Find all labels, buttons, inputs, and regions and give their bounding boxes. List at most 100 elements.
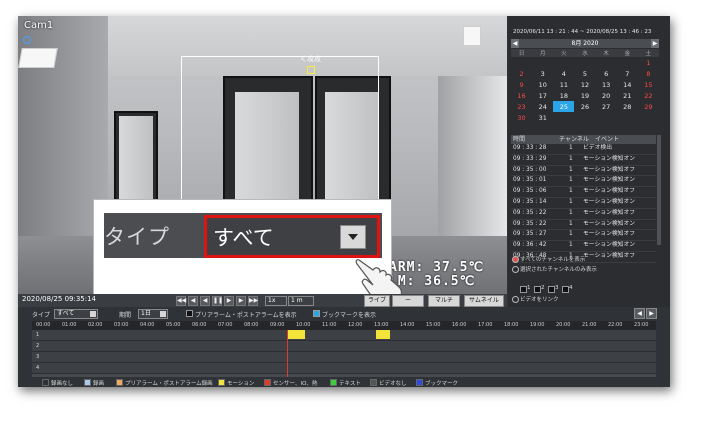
dropdown-arrow-icon[interactable]	[340, 225, 366, 249]
calendar-day[interactable]: 23	[511, 101, 532, 112]
period-filter-select[interactable]: 1日	[138, 309, 168, 319]
event-channel: 1	[569, 231, 573, 238]
event-row[interactable]: 09 : 35 : 27 1 モーション検知オフ	[511, 230, 656, 242]
legend-swatch	[330, 379, 337, 386]
channel-checkbox-label: 4	[569, 285, 573, 291]
calendar-day[interactable]: 5	[574, 68, 595, 79]
channel-checkbox[interactable]	[562, 286, 569, 293]
event-row[interactable]: 09 : 35 : 22 1 モーション検知オフ	[511, 209, 656, 220]
legend-item: テキスト	[330, 379, 361, 387]
event-row[interactable]: 09 : 33 : 28 1 ビデオ検出	[511, 144, 656, 155]
calendar-day[interactable]: 16	[511, 90, 532, 101]
chevron-down-icon[interactable]	[90, 311, 96, 317]
timeline-prev-button[interactable]: ◀	[634, 308, 645, 319]
period-filter-value: 1日	[141, 310, 151, 317]
channel-checkbox[interactable]	[548, 286, 555, 293]
calendar-day[interactable]: 9	[511, 79, 532, 90]
callout-type-select[interactable]: すべて	[204, 215, 380, 258]
calendar-day[interactable]: 15	[638, 79, 659, 90]
calendar-day[interactable]: 29	[638, 101, 659, 112]
prealarm-checkbox[interactable]	[186, 310, 193, 317]
rewind-button[interactable]: ◀◀	[176, 296, 186, 306]
event-type: モーション検知オフ	[583, 231, 636, 238]
multi-button[interactable]: マルチ	[428, 295, 460, 307]
radio-selected-channels[interactable]	[512, 266, 519, 273]
calendar-day[interactable]: 13	[596, 79, 617, 90]
calendar-day[interactable]: 19	[574, 90, 595, 101]
step-back-button[interactable]: ◀	[188, 296, 198, 306]
chevron-down-icon[interactable]	[160, 311, 166, 317]
playhead[interactable]	[287, 330, 288, 377]
calendar-day[interactable]: 26	[574, 101, 595, 112]
calendar-day[interactable]: 20	[596, 90, 617, 101]
event-type: モーション検知オン	[583, 177, 636, 184]
calendar-day[interactable]: 24	[532, 101, 553, 112]
calendar-day[interactable]: 28	[617, 101, 638, 112]
play-button[interactable]: ▶	[224, 296, 234, 306]
calendar-day[interactable]: 12	[574, 79, 595, 90]
timeline-next-button[interactable]: ▶	[646, 308, 657, 319]
calendar-day[interactable]: 27	[596, 101, 617, 112]
event-channel: 1	[569, 145, 573, 151]
calendar-day[interactable]: 30	[511, 112, 532, 123]
timeline-row[interactable]: 4	[32, 363, 656, 374]
speed-select[interactable]: 1x	[265, 296, 287, 306]
prev-month-button[interactable]: ◀	[511, 39, 519, 48]
hour-tick: 00:00	[36, 322, 51, 328]
calendar-day[interactable]: 14	[617, 79, 638, 90]
calendar-day[interactable]: 17	[532, 90, 553, 101]
calendar-day[interactable]: 6	[596, 68, 617, 79]
calendar-day[interactable]: 22	[638, 90, 659, 101]
play-reverse-button[interactable]: ◀	[200, 296, 210, 306]
event-row[interactable]: 09 : 33 : 29 1 モーション検知オン	[511, 155, 656, 166]
calendar-day-selected[interactable]: 25	[553, 101, 575, 112]
timeline[interactable]: 1 2 3 4	[32, 330, 656, 377]
calendar-day[interactable]: 31	[532, 112, 553, 123]
calendar-day[interactable]: 18	[553, 90, 574, 101]
timeline-row[interactable]: 1	[32, 330, 656, 341]
step-forward-button[interactable]: ▶	[236, 296, 246, 306]
timeline-row[interactable]: 3	[32, 352, 656, 363]
calendar-day[interactable]	[617, 57, 638, 68]
fast-forward-button[interactable]: ▶▶	[248, 296, 258, 306]
calendar-day[interactable]: 21	[617, 90, 638, 101]
calendar-day[interactable]: 10	[532, 79, 553, 90]
calendar-day[interactable]: 1	[638, 57, 659, 68]
legend-item: ブックマーク	[416, 379, 458, 387]
calendar-day[interactable]: 2	[511, 68, 532, 79]
event-list-scrollbar[interactable]	[657, 135, 661, 245]
radio-link-video[interactable]	[512, 296, 519, 303]
event-row[interactable]: 09 : 35 : 22 1 モーション検知オン	[511, 220, 656, 231]
type-filter-select[interactable]: すべて	[54, 309, 98, 319]
step-select[interactable]: 1 m	[288, 296, 314, 306]
calendar-day[interactable]	[596, 57, 617, 68]
calendar-day[interactable]: 4	[553, 68, 574, 79]
tile-button[interactable]: ー	[392, 295, 424, 307]
event-row[interactable]: 09 : 35 : 14 1 モーション検知オン	[511, 198, 656, 209]
channel-checkbox[interactable]	[520, 286, 527, 293]
event-row[interactable]: 09 : 35 : 01 1 モーション検知オン	[511, 176, 656, 188]
calendar-day[interactable]	[532, 57, 553, 68]
calendar-day[interactable]	[511, 57, 532, 68]
next-month-button[interactable]: ▶	[651, 39, 659, 48]
motion-segment[interactable]	[287, 330, 305, 339]
calendar-day[interactable]	[553, 57, 574, 68]
radio-all-channels[interactable]	[512, 256, 519, 263]
calendar-day[interactable]	[574, 57, 595, 68]
bookmark-checkbox[interactable]	[313, 310, 320, 317]
calendar-day[interactable]: 11	[553, 79, 574, 90]
event-row[interactable]: 09 : 35 : 06 1 モーション検知オフ	[511, 187, 656, 198]
radio-selected-channels-label: 選択されたチャンネルのみ表示	[520, 267, 597, 273]
channel-checkbox[interactable]	[534, 286, 541, 293]
timeline-row[interactable]: 2	[32, 341, 656, 352]
event-row[interactable]: 09 : 35 : 00 1 モーション検知オフ	[511, 166, 656, 177]
event-row[interactable]: 09 : 36 : 42 1 モーション検知オン	[511, 241, 656, 252]
pause-button[interactable]: ❚❚	[212, 296, 223, 306]
thumbnail-button[interactable]: サムネイル	[464, 295, 504, 307]
playback-datetime: 2020/08/25 09:35:14	[22, 295, 97, 303]
calendar-day[interactable]: 8	[638, 68, 659, 79]
live-button[interactable]: ライブ	[364, 295, 390, 307]
calendar-day[interactable]: 3	[532, 68, 553, 79]
calendar-day[interactable]: 7	[617, 68, 638, 79]
motion-segment[interactable]	[376, 330, 390, 339]
